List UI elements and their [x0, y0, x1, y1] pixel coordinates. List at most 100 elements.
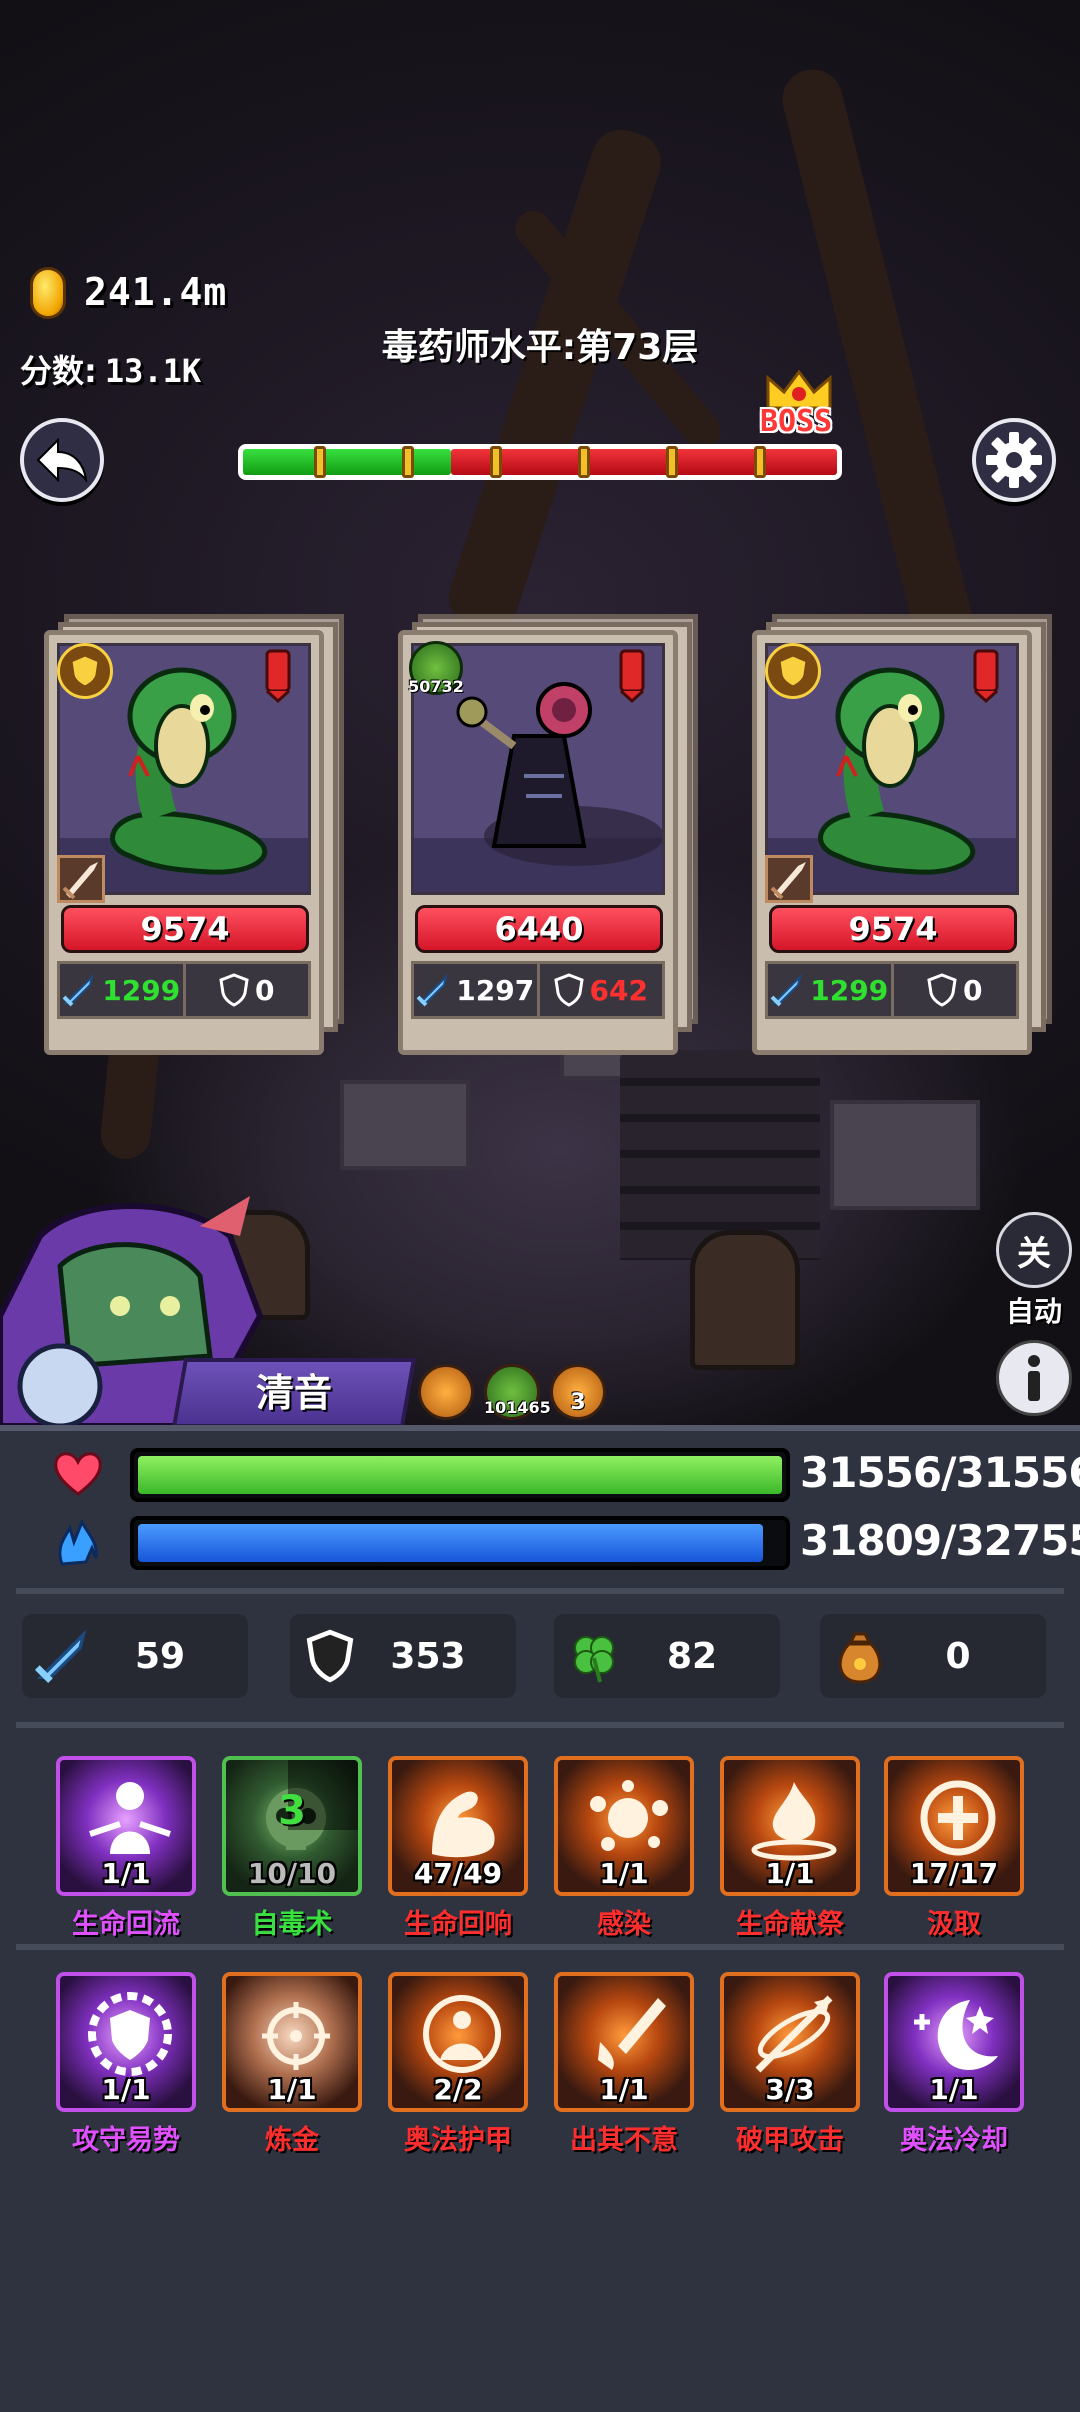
- luck-value: 82: [666, 1635, 718, 1677]
- skill-name: 生命献祭: [736, 1909, 844, 1940]
- skill-name: 生命回流: [72, 1909, 180, 1940]
- mana-bar: [130, 1516, 790, 1570]
- skill-charges: 47/49: [413, 1857, 503, 1890]
- crescent-star-icon: [914, 2000, 998, 2070]
- splatter-icon: [590, 1780, 668, 1851]
- drain-cross-icon: [920, 1780, 996, 1856]
- skill-name: 自毒术: [251, 1909, 333, 1940]
- skill-frame: 3 10/10: [222, 1756, 362, 1896]
- stone-wall: [340, 1080, 470, 1170]
- skill-frame: 1/1: [222, 1972, 362, 2112]
- progress-segment-remaining: [450, 449, 837, 475]
- shield-icon: [306, 1629, 354, 1683]
- skill-frame: 1/1: [56, 1972, 196, 2112]
- skill-life-echo[interactable]: 47/49 生命回响: [388, 1756, 528, 1941]
- barrel: [690, 1230, 800, 1370]
- clover-icon: [574, 1636, 614, 1683]
- skill-name: 破甲攻击: [736, 2125, 844, 2156]
- fist-buff-count: 3: [570, 1390, 586, 1415]
- dagger-strike-icon: [598, 1998, 666, 2070]
- progress-checkpoint: [754, 446, 766, 478]
- skill-life-sacrifice[interactable]: 1/1 生命献祭: [720, 1756, 860, 1941]
- panel-divider: [16, 1588, 1064, 1594]
- sword-icon: [416, 973, 449, 1007]
- skill-infection[interactable]: 1/1 感染: [554, 1756, 694, 1941]
- progress-segment-cleared: [243, 449, 451, 475]
- flame-altar-icon: [751, 1782, 837, 1861]
- hero-name: 清音: [255, 1371, 332, 1415]
- hp-row: 31556/31556: [0, 1442, 1080, 1506]
- enemy-attack: 1299: [768, 964, 891, 1016]
- shield-icon: [553, 973, 584, 1007]
- skill-alchemy[interactable]: 1/1 炼金: [222, 1972, 362, 2157]
- skill-name: 感染: [597, 1909, 651, 1940]
- enemy-hp: 9574: [769, 905, 1017, 953]
- gold-bag-stat: 0: [820, 1614, 1046, 1698]
- enemy-card-1[interactable]: 9574 1299 0: [44, 614, 344, 1060]
- enemy-attack: 1297: [414, 964, 537, 1016]
- coin-count: 241.4m: [84, 270, 228, 314]
- skill-frame: 1/1: [554, 1756, 694, 1896]
- hp-bar: [130, 1448, 790, 1502]
- skill-charges: 1/1: [599, 1857, 649, 1890]
- money-bag-icon: [838, 1632, 882, 1684]
- info-button[interactable]: [996, 1340, 1072, 1416]
- defense-value: 353: [390, 1635, 466, 1677]
- skill-frame: 2/2: [388, 1972, 528, 2112]
- skill-name: 攻守易势: [72, 2125, 180, 2156]
- poison-stack-count: 50732: [408, 677, 464, 696]
- skill-name: 生命回响: [404, 1909, 512, 1940]
- skill-armor-break[interactable]: 3/3 破甲攻击: [720, 1972, 860, 2157]
- skill-surprise-attack[interactable]: 1/1 出其不意: [554, 1972, 694, 2157]
- skill-offense-defense-swap[interactable]: 1/1 攻守易势: [56, 1972, 196, 2157]
- skill-charges: 1/1: [765, 1857, 815, 1890]
- skill-charges: 10/10: [247, 1857, 337, 1890]
- info-icon: [1028, 1355, 1040, 1401]
- stage-progress-bar: [238, 444, 842, 480]
- auto-label: 自动: [1005, 1295, 1062, 1328]
- skill-charges: 1/1: [101, 2073, 151, 2106]
- mana-flame-icon: [58, 1518, 98, 1566]
- skill-cooldown: 3: [278, 1788, 306, 1834]
- back-arrow-icon: [36, 438, 88, 482]
- back-button[interactable]: [20, 418, 104, 502]
- skill-arcane-cooldown[interactable]: 1/1 奥法冷却: [884, 1972, 1024, 2157]
- skill-name: 出其不意: [570, 2125, 678, 2156]
- skill-frame: 1/1: [56, 1756, 196, 1896]
- enemy-hp: 9574: [61, 905, 309, 953]
- meditating-figure-icon: [423, 1995, 501, 2073]
- settings-button[interactable]: [972, 418, 1056, 502]
- skill-self-poison[interactable]: 3 10/10 自毒术: [222, 1756, 362, 1941]
- enemy-card-2[interactable]: 50732 6440 1297 642: [398, 614, 698, 1060]
- luck-stat: 82: [554, 1614, 780, 1698]
- skill-charges: 1/1: [267, 2073, 317, 2106]
- auto-toggle-button[interactable]: 关: [996, 1212, 1072, 1288]
- shield-icon: [927, 973, 957, 1007]
- flexed-arm-icon: [432, 1791, 495, 1858]
- mana-text: 31809/32755: [800, 1516, 1080, 1565]
- enemy-defense: 0: [182, 964, 309, 1016]
- shield-icon: [219, 973, 249, 1007]
- shield-badge-icon: [765, 643, 821, 699]
- rank-flag-icon: [265, 649, 291, 703]
- skill-frame: 1/1: [884, 1972, 1024, 2112]
- rank-flag-icon: [619, 649, 645, 703]
- gold-bag-value: 0: [945, 1635, 971, 1677]
- boss-label: BOSS: [760, 404, 833, 439]
- skill-charges: 2/2: [433, 2073, 483, 2106]
- skill-drain[interactable]: 17/17 汲取: [884, 1756, 1024, 1941]
- person-buff-icon[interactable]: [418, 1364, 474, 1420]
- skill-arcane-armor[interactable]: 2/2 奥法护甲: [388, 1972, 528, 2157]
- card-front: 9574 1299 0: [44, 630, 324, 1055]
- coin-icon: [30, 267, 66, 319]
- skill-life-backflow[interactable]: 1/1 生命回流: [56, 1756, 196, 1941]
- enemy-card-3[interactable]: 9574 1299 0: [752, 614, 1052, 1060]
- dungeon-stairs: [620, 1050, 820, 1260]
- weapon-badge-icon: [765, 855, 813, 903]
- progress-checkpoint: [666, 446, 678, 478]
- skill-name: 汲取: [927, 1909, 981, 1940]
- skill-frame: 3/3: [720, 1972, 860, 2112]
- panel-divider: [16, 1944, 1064, 1950]
- skill-name: 奥法护甲: [404, 2125, 512, 2156]
- enemy-hp: 6440: [415, 905, 663, 953]
